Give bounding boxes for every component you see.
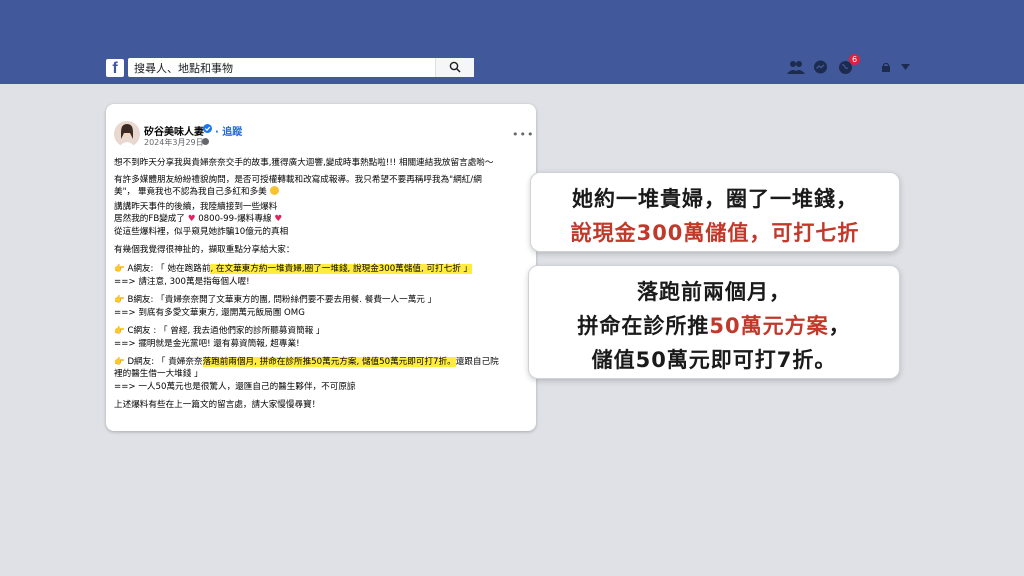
post-closing: 上述爆料有些在上一篇文的留言處，請大家慢慢尋寶！ bbox=[114, 400, 321, 410]
item-d-highlight: 落跑前兩個月, 拼命在診所推50萬元方案, 儲值50萬元即可打7折。 bbox=[202, 357, 456, 367]
item-d-text: D網友: 「 貴婦奈奈 bbox=[127, 357, 203, 367]
callout-2-line-2: 拼命在診所推50萬元方案， bbox=[529, 310, 899, 340]
item-a-highlight: , 在文華東方約一堆貴婦,圈了一堆錢, 說現金300萬儲值, 可打七折 」 bbox=[210, 264, 473, 274]
verified-badge-icon bbox=[203, 124, 212, 133]
messenger-icon[interactable] bbox=[813, 60, 828, 75]
search-input[interactable]: 搜尋人、地點和事物 bbox=[134, 60, 233, 76]
item-a-text: A網友: 「 她在跑路前 bbox=[127, 264, 211, 274]
post-line-3-text: 美"， 畢竟我也不認為我自己多紅和多美 bbox=[114, 187, 267, 197]
item-c: 👉 C網友 : 「 曾經, 我去過他們家的診所聽募資簡報 」 bbox=[114, 326, 325, 336]
facebook-logo[interactable]: f bbox=[106, 59, 124, 77]
post-line-1: 想不到昨天分享我與貴婦奈奈交手的故事,獲得廣大迴響,變成時事熱點啦!!! 相關連… bbox=[114, 158, 494, 168]
facebook-post: 矽谷美味人妻 · 追蹤 2024年3月29日 · ••• 想不到昨天分享我與貴婦… bbox=[106, 104, 536, 431]
post-line-3: 美"， 畢竟我也不認為我自己多紅和多美 bbox=[114, 185, 279, 197]
item-c-reply: ==> 擺明就是金光黨吧! 還有募資簡報, 超專業! bbox=[114, 339, 300, 349]
item-d-tail: 還跟自己院 bbox=[455, 357, 499, 367]
follow-button[interactable]: · 追蹤 bbox=[215, 123, 242, 138]
post-line-7: 有幾個我覺得很神扯的，擷取重點分享給大家： bbox=[114, 245, 295, 255]
callout-1-line-1: 她約一堆貴婦，圈了一堆錢， bbox=[572, 187, 858, 211]
more-options-icon[interactable]: ••• bbox=[512, 128, 534, 141]
callout-2-line-2-c: ， bbox=[828, 314, 851, 338]
follow-separator: · bbox=[215, 127, 219, 138]
post-line-5: 居然我的FB變成了 ♥ 0800-99-爆料專線 ♥ bbox=[114, 212, 282, 224]
item-b: 👉 B網友: 「貴婦奈奈開了文華東方的團, 問粉絲們要不要去用餐. 餐費一人一萬… bbox=[114, 295, 437, 305]
callout-1-line-2: 說現金300萬儲值，可打七折 bbox=[570, 221, 860, 245]
hotline-text: 0800-99-爆料專線 bbox=[198, 214, 272, 224]
post-date[interactable]: 2024年3月29日 · bbox=[144, 137, 209, 148]
callout-2-line-1: 落跑前兩個月， bbox=[637, 280, 791, 304]
search-icon bbox=[449, 61, 461, 73]
item-d-cont: 裡的醫生借一大堆錢 」 bbox=[114, 369, 203, 379]
callout-2-line-3: 儲值50萬元即可打7折。 bbox=[591, 348, 837, 372]
item-b-reply: ==> 到底有多愛文華東方, 還開萬元飯局團 OMG bbox=[114, 308, 305, 318]
item-d-reply: ==> 一人50萬元也是很驚人，還匯自己的醫生夥伴，不可原諒 bbox=[114, 382, 356, 392]
post-line-4: 講講昨天事件的後續，我陸續接到一些爆料 bbox=[114, 202, 278, 212]
item-b-text: B網友: 「貴婦奈奈開了文華東方的團, 問粉絲們要不要去用餐. 餐費一人一萬元 … bbox=[127, 295, 437, 305]
callout-2-line-2-a: 拼命在診所推 bbox=[577, 314, 710, 338]
globe-small-icon bbox=[202, 138, 209, 145]
post-author[interactable]: 矽谷美味人妻 bbox=[144, 123, 204, 138]
heart-icon: ♥ bbox=[274, 214, 283, 224]
grin-emoji-icon bbox=[269, 186, 279, 195]
post-line-5-text: 居然我的FB變成了 bbox=[114, 214, 185, 224]
callout-2-line-2-highlight: 50萬元方案 bbox=[709, 314, 829, 338]
avatar[interactable] bbox=[114, 121, 140, 147]
callout-box-1: 她約一堆貴婦，圈了一堆錢， 說現金300萬儲值，可打七折 bbox=[530, 172, 900, 252]
post-line-6: 從這些爆料裡，似乎窺見她詐騙10億元的真相 bbox=[114, 227, 289, 237]
search-bar[interactable]: 搜尋人、地點和事物 bbox=[128, 58, 474, 77]
follow-label: 追蹤 bbox=[222, 127, 243, 138]
post-line-2: 有許多媒體朋友紛紛禮貌詢問，是否可授權轉載和改寫成報導。我只希望不要再稱呼我為"… bbox=[114, 175, 482, 185]
friends-icon[interactable] bbox=[787, 60, 805, 74]
chevron-down-icon[interactable] bbox=[901, 64, 910, 70]
item-c-text: C網友 : 「 曾經, 我去過他們家的診所聽募資簡報 」 bbox=[127, 326, 325, 336]
heart-icon: ♥ bbox=[187, 214, 196, 224]
callout-box-2: 落跑前兩個月， 拼命在診所推50萬元方案， 儲值50萬元即可打7折。 bbox=[528, 265, 900, 379]
item-a-reply: ==> 請注意, 300萬是指每個人喔! bbox=[114, 277, 250, 287]
notification-badge: 6 bbox=[849, 54, 860, 65]
item-d: 👉 D網友: 「 貴婦奈奈落跑前兩個月, 拼命在診所推50萬元方案, 儲值50萬… bbox=[114, 357, 499, 367]
search-button[interactable] bbox=[435, 58, 474, 77]
quick-help-icon[interactable] bbox=[882, 63, 892, 72]
item-a: 👉 A網友: 「 她在跑路前, 在文華東方約一堆貴婦,圈了一堆錢, 說現金300… bbox=[114, 264, 473, 274]
